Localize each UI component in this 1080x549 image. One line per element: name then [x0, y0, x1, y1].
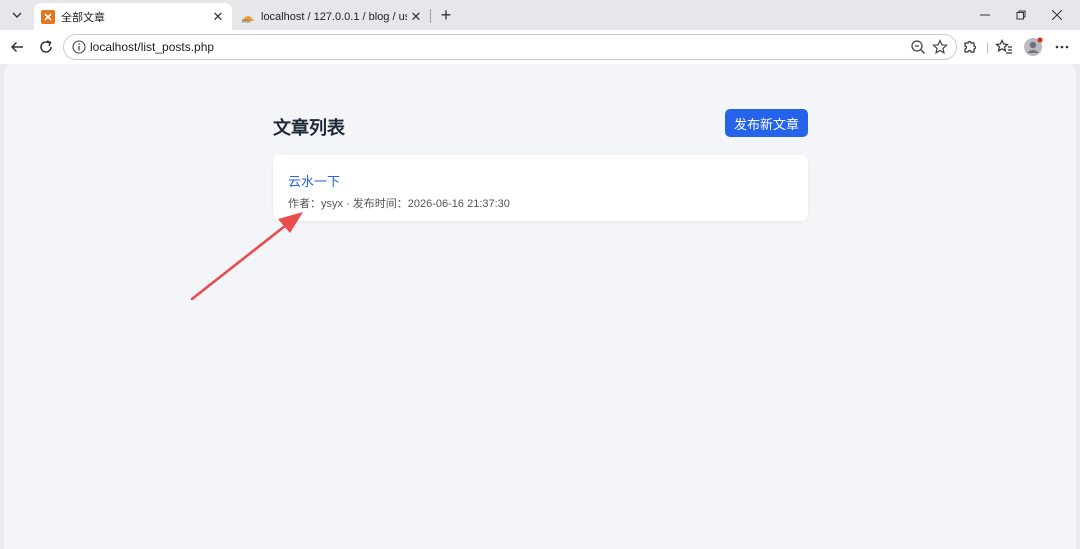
tab-separator [430, 9, 431, 23]
extensions-button[interactable] [960, 37, 980, 57]
avatar [1024, 37, 1043, 56]
post-card: 云水一下 作者：ysyx · 发布时间：2026-06-16 21:37:30 [273, 155, 808, 221]
page-title: 文章列表 [273, 118, 345, 138]
xampp-favicon-icon [41, 9, 55, 24]
profile-button[interactable] [1023, 37, 1043, 57]
tab-list-button[interactable] [6, 4, 28, 26]
tab-all-posts[interactable]: 全部文章 ✕ [34, 3, 232, 30]
puzzle-icon [964, 40, 977, 53]
publish-new-post-button[interactable]: 发布新文章 [725, 109, 808, 137]
tab-title: localhost / 127.0.0.1 / blog / users [261, 10, 407, 23]
bookmark-star-icon[interactable] [932, 39, 948, 55]
favorites-button[interactable] [994, 37, 1014, 57]
zoom-icon[interactable] [910, 39, 926, 55]
info-icon[interactable] [72, 40, 86, 54]
chevron-down-icon [12, 12, 22, 18]
toolbar-divider [987, 42, 988, 54]
address-bar[interactable]: localhost/list_posts.php [63, 34, 957, 60]
browser-toolbar: localhost/list_posts.php [0, 30, 1080, 64]
close-icon [1052, 10, 1062, 20]
close-tab-icon[interactable]: ✕ [209, 8, 227, 26]
phpmyadmin-favicon-icon: PMA [241, 10, 255, 24]
back-arrow-icon [10, 41, 23, 53]
post-title-link[interactable]: 云水一下 [288, 171, 340, 190]
favorites-icon [995, 39, 1012, 54]
more-dots-icon [1055, 45, 1069, 49]
tab-title: 全部文章 [61, 11, 105, 24]
new-tab-button[interactable]: + [436, 5, 456, 25]
back-button[interactable] [5, 35, 29, 59]
restore-icon [1016, 10, 1026, 20]
minimize-icon [980, 14, 990, 16]
svg-text:PMA: PMA [242, 19, 251, 24]
close-tab-icon[interactable]: ✕ [407, 8, 425, 26]
reload-icon [40, 40, 52, 53]
more-menu-button[interactable] [1052, 37, 1072, 57]
url-text[interactable]: localhost/list_posts.php [90, 40, 214, 54]
tab-phpmyadmin[interactable]: PMA localhost / 127.0.0.1 / blog / users… [234, 3, 430, 30]
post-meta: 作者：ysyx · 发布时间：2026-06-16 21:37:30 [288, 198, 510, 210]
close-window-button[interactable] [1034, 0, 1080, 30]
tab-strip: 全部文章 ✕ PMA localhost / 127.0.0.1 / blog … [0, 0, 1080, 30]
reload-button[interactable] [34, 35, 58, 59]
page-viewport: 文章列表 发布新文章 云水一下 作者：ysyx · 发布时间：2026-06-1… [4, 64, 1076, 549]
